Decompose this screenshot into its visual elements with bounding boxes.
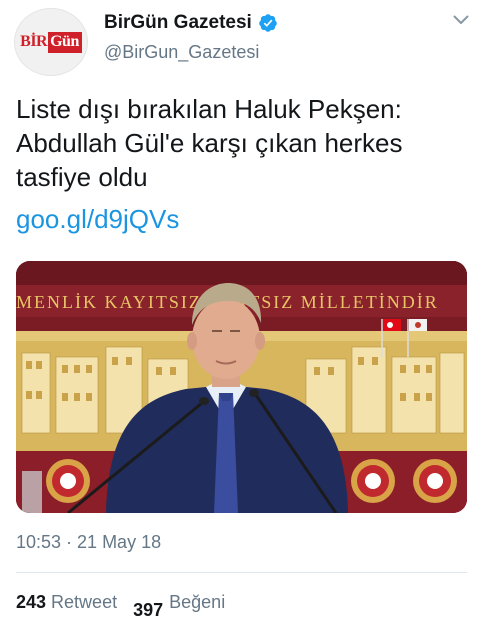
- tweet-text-line: Abdullah Gül'e karşı çıkan herkes: [16, 128, 403, 158]
- tweet-text: Liste dışı bırakılan Haluk Pekşen: Abdul…: [16, 92, 476, 194]
- retweet-label[interactable]: Retweet: [51, 592, 117, 613]
- account-name[interactable]: BirGün Gazetesi: [104, 12, 278, 34]
- chevron-down-icon[interactable]: [453, 14, 469, 26]
- emblem: [351, 459, 395, 503]
- tweet-text-line: tasfiye oldu: [16, 162, 148, 192]
- avatar[interactable]: BİR Gün: [14, 8, 88, 76]
- like-label[interactable]: Beğeni: [169, 592, 225, 613]
- tweet-timestamp[interactable]: 10:53 · 21 May 18: [16, 532, 161, 553]
- tweet-link[interactable]: goo.gl/d9jQVs: [16, 202, 179, 236]
- emblem: [46, 459, 90, 503]
- emblem: [413, 459, 457, 503]
- photo-illustration: MENLİK KAYITSIZ ŞARTSIZ MİLLETİNDİR: [16, 261, 467, 513]
- logo-text-bir: BİR: [20, 32, 48, 50]
- logo-text-gun: Gün: [48, 31, 82, 53]
- account-name-text: BirGün Gazetesi: [104, 12, 252, 33]
- verified-badge-icon: [259, 14, 277, 32]
- birgun-logo: BİR Gün: [20, 31, 82, 53]
- divider: [16, 572, 467, 573]
- tweet-text-line: Liste dışı bırakılan Haluk Pekşen:: [16, 94, 402, 124]
- tweet-stats: 243 Retweet 397 Beğeni: [16, 592, 225, 620]
- tweet-photo[interactable]: MENLİK KAYITSIZ ŞARTSIZ MİLLETİNDİR: [16, 261, 467, 513]
- like-count[interactable]: 397: [133, 600, 163, 621]
- account-handle[interactable]: @BirGun_Gazetesi: [104, 42, 259, 63]
- retweet-count[interactable]: 243: [16, 592, 46, 613]
